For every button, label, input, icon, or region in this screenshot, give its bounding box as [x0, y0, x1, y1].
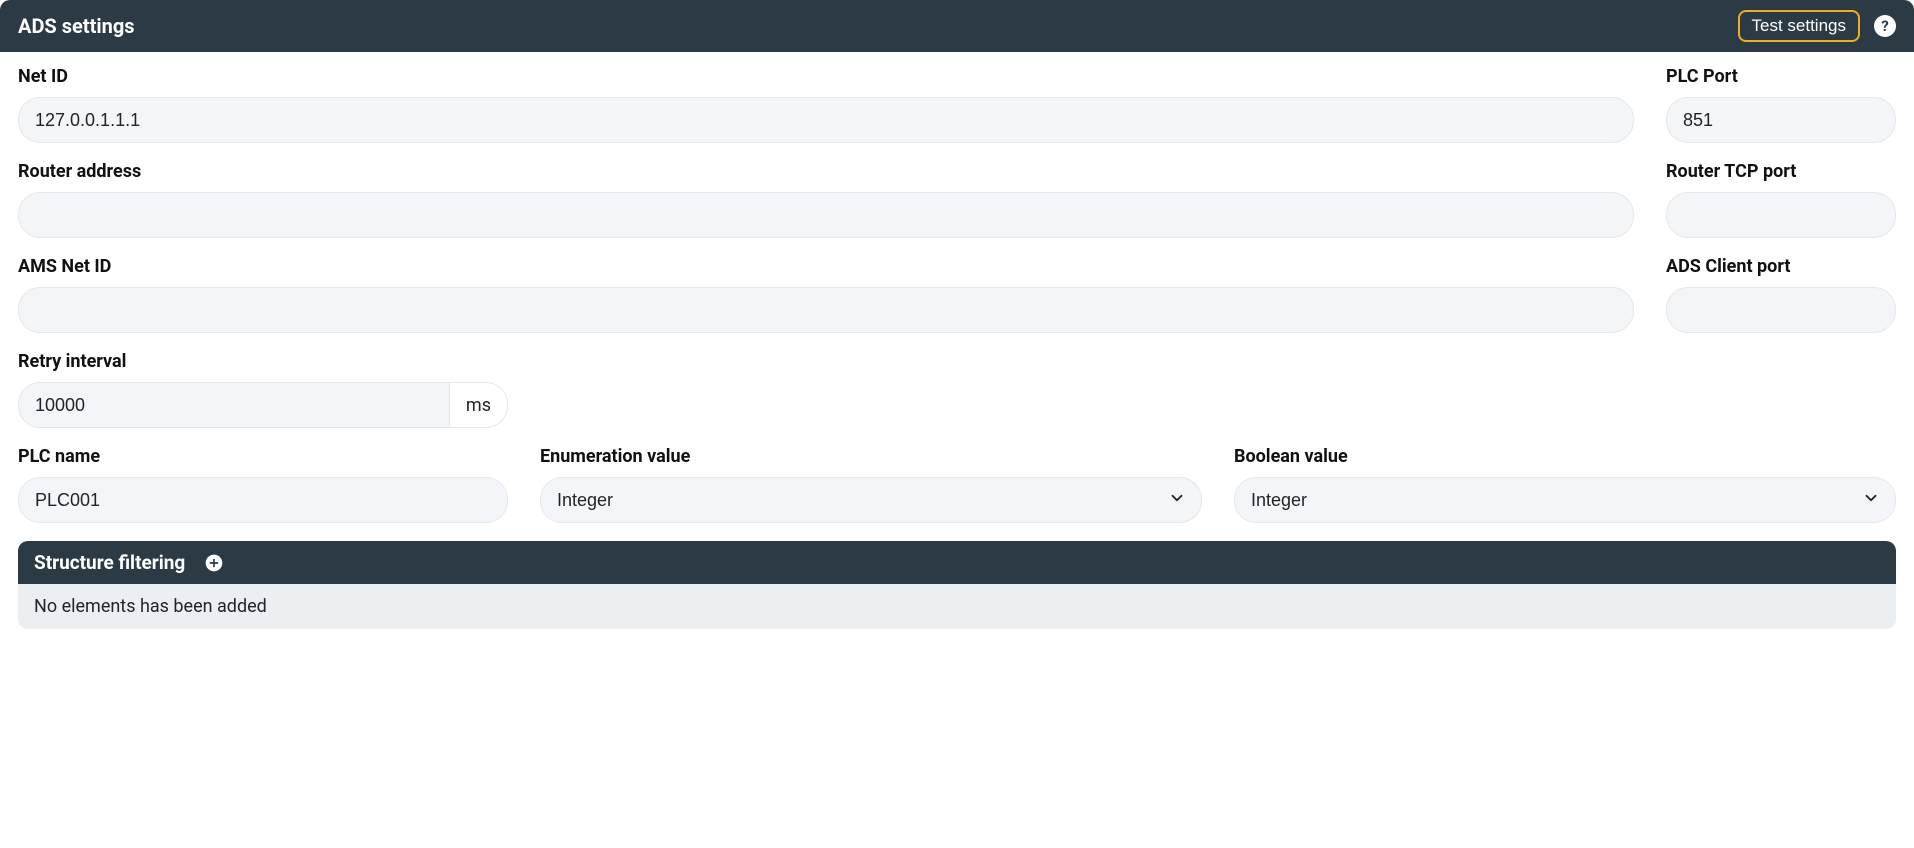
structure-filtering-title: Structure filtering	[34, 551, 185, 574]
bool-value-label: Boolean value	[1234, 446, 1896, 467]
form-body: Net ID PLC Port Router address Router TC…	[0, 52, 1914, 523]
panel-header: ADS settings Test settings ?	[0, 0, 1914, 52]
field-net-id: Net ID	[18, 66, 1634, 143]
row-net-id: Net ID PLC Port	[18, 66, 1896, 143]
field-plc-port: PLC Port	[1666, 66, 1896, 143]
field-ads-client-port: ADS Client port	[1666, 256, 1896, 333]
retry-interval-label: Retry interval	[18, 351, 508, 372]
plc-port-label: PLC Port	[1666, 66, 1896, 87]
retry-interval-group: ms	[18, 382, 508, 428]
enum-value-select[interactable]: Integer	[540, 477, 1202, 523]
ads-client-port-input[interactable]	[1666, 287, 1896, 333]
plus-circle-icon[interactable]	[203, 552, 225, 574]
plc-name-label: PLC name	[18, 446, 508, 467]
row-retry: Retry interval ms	[18, 351, 1896, 428]
row-ams: AMS Net ID ADS Client port	[18, 256, 1896, 333]
router-address-label: Router address	[18, 161, 1634, 182]
ads-settings-panel: ADS settings Test settings ? Net ID PLC …	[0, 0, 1914, 629]
help-icon[interactable]: ?	[1874, 15, 1896, 37]
panel-title: ADS settings	[18, 14, 135, 38]
header-actions: Test settings ?	[1738, 10, 1897, 42]
enum-value-select-wrap: Integer	[540, 477, 1202, 523]
structure-filtering-header: Structure filtering	[18, 541, 1896, 584]
router-tcp-port-label: Router TCP port	[1666, 161, 1896, 182]
enum-value-label: Enumeration value	[540, 446, 1202, 467]
field-bool-value: Boolean value Integer	[1234, 446, 1896, 523]
plc-port-input[interactable]	[1666, 97, 1896, 143]
row-plc: PLC name Enumeration value Integer Boole…	[18, 446, 1896, 523]
retry-interval-unit: ms	[449, 382, 508, 428]
field-router-tcp-port: Router TCP port	[1666, 161, 1896, 238]
ams-net-id-label: AMS Net ID	[18, 256, 1634, 277]
structure-filtering-empty: No elements has been added	[18, 584, 1896, 629]
net-id-input[interactable]	[18, 97, 1634, 143]
row-router: Router address Router TCP port	[18, 161, 1896, 238]
router-address-input[interactable]	[18, 192, 1634, 238]
field-router-address: Router address	[18, 161, 1634, 238]
retry-interval-input[interactable]	[18, 382, 449, 428]
field-plc-name: PLC name	[18, 446, 508, 523]
bool-value-select-wrap: Integer	[1234, 477, 1896, 523]
field-enum-value: Enumeration value Integer	[540, 446, 1202, 523]
structure-filtering-panel: Structure filtering No elements has been…	[18, 541, 1896, 629]
ams-net-id-input[interactable]	[18, 287, 1634, 333]
router-tcp-port-input[interactable]	[1666, 192, 1896, 238]
test-settings-button[interactable]: Test settings	[1738, 10, 1861, 42]
field-retry-interval: Retry interval ms	[18, 351, 508, 428]
bool-value-select[interactable]: Integer	[1234, 477, 1896, 523]
ads-client-port-label: ADS Client port	[1666, 256, 1896, 277]
net-id-label: Net ID	[18, 66, 1634, 87]
plc-name-input[interactable]	[18, 477, 508, 523]
field-ams-net-id: AMS Net ID	[18, 256, 1634, 333]
